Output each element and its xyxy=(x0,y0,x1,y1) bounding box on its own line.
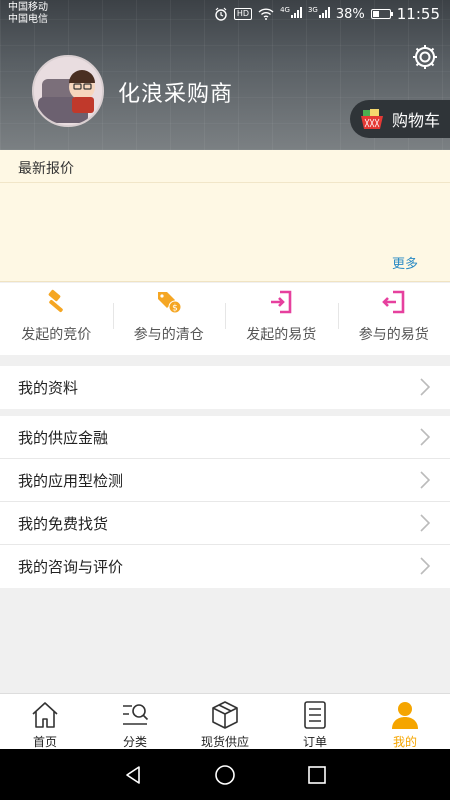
menu-item-application-testing[interactable]: 我的应用型检测 xyxy=(0,459,450,502)
menu-item-label: 我的咨询与评价 xyxy=(18,558,124,576)
order-list-icon xyxy=(304,701,326,729)
shortcut-label: 发起的易货 xyxy=(246,327,317,343)
chevron-right-icon xyxy=(420,557,430,575)
nav-item-orders[interactable]: 订单 xyxy=(270,694,360,749)
bottom-nav: 首页 分类 现货供应 订单 我的 xyxy=(0,693,450,749)
chevron-right-icon xyxy=(420,378,430,396)
menu-group-profile: 我的资料 xyxy=(0,366,450,409)
recents-icon[interactable] xyxy=(306,764,328,786)
shortcut-label: 参与的清仓 xyxy=(133,327,204,343)
nav-label: 现货供应 xyxy=(200,735,249,749)
avatar[interactable] xyxy=(32,55,104,127)
shortcut-bidding[interactable]: 发起的竞价 xyxy=(0,283,113,355)
avatar-illustration xyxy=(34,57,102,125)
divider xyxy=(0,182,450,183)
enter-icon xyxy=(271,290,292,314)
network-type-1: 4G xyxy=(280,6,290,14)
menu-group-services: 我的供应金融 我的应用型检测 我的免费找货 我的咨询与评价 xyxy=(0,416,450,588)
chevron-right-icon xyxy=(420,471,430,489)
menu-item-label: 我的资料 xyxy=(18,379,79,397)
shortcut-barter-joined[interactable]: 参与的易货 xyxy=(337,283,450,355)
gear-icon[interactable] xyxy=(410,42,440,72)
price-tag-icon: $ xyxy=(157,292,182,314)
nav-item-home[interactable]: 首页 xyxy=(0,694,90,749)
chevron-right-icon xyxy=(420,514,430,532)
carrier-info: 中国移动 中国电信 xyxy=(8,2,48,26)
menu-item-supply-finance[interactable]: 我的供应金融 xyxy=(0,416,450,459)
battery-percent: 38% xyxy=(335,6,365,22)
home-circle-icon[interactable] xyxy=(214,764,236,786)
menu-item-label: 我的应用型检测 xyxy=(18,471,124,490)
wifi-icon xyxy=(258,8,274,20)
enter-icon xyxy=(381,290,405,314)
more-link[interactable]: 更多 xyxy=(392,253,418,272)
shopping-basket-icon xyxy=(361,109,383,129)
nav-label: 订单 xyxy=(302,735,327,749)
menu-item-my-profile[interactable]: 我的资料 xyxy=(0,366,450,409)
network-type-2: 3G xyxy=(307,6,318,14)
carrier-1: 中国移动 xyxy=(8,2,48,13)
username: 化浪采购商 xyxy=(118,82,234,107)
signal-bars-icon xyxy=(318,6,330,18)
shortcut-label: 发起的竞价 xyxy=(21,327,92,343)
user-icon xyxy=(392,702,418,729)
nav-item-spot-supply[interactable]: 现货供应 xyxy=(180,694,270,749)
signal-bars-icon xyxy=(290,6,302,18)
menu-item-consult-review[interactable]: 我的咨询与评价 xyxy=(0,545,450,588)
gavel-icon xyxy=(48,289,64,313)
profile-header: 中国移动 中国电信 HD 4G 3G 38% 11:55 化浪采购商 购物车 xyxy=(0,0,450,150)
nav-label: 首页 xyxy=(32,735,57,749)
menu-item-label: 我的免费找货 xyxy=(18,514,109,533)
battery-icon xyxy=(370,9,393,19)
chevron-right-icon xyxy=(420,428,430,446)
shortcut-barter-initiated[interactable]: 发起的易货 xyxy=(225,283,338,355)
nav-label: 我的 xyxy=(392,735,417,749)
carrier-2: 中国电信 xyxy=(8,14,48,25)
cart-button[interactable]: 购物车 xyxy=(350,100,450,138)
status-icons: HD 4G 3G 38% 11:55 xyxy=(214,5,440,23)
menu-item-label: 我的供应金融 xyxy=(18,428,109,447)
menu-item-free-sourcing[interactable]: 我的免费找货 xyxy=(0,502,450,545)
cart-label: 购物车 xyxy=(392,111,441,130)
quotes-title: 最新报价 xyxy=(18,161,74,177)
back-icon[interactable] xyxy=(122,764,144,786)
latest-quotes-panel: 最新报价 更多 xyxy=(0,150,450,282)
nav-item-mine[interactable]: 我的 xyxy=(360,694,450,749)
category-search-icon xyxy=(123,704,149,725)
signal-2: 3G xyxy=(308,6,330,22)
signal-1: 4G xyxy=(280,6,302,22)
hd-badge: HD xyxy=(233,8,253,20)
nav-item-category[interactable]: 分类 xyxy=(90,694,180,749)
home-icon xyxy=(32,702,58,728)
alarm-icon xyxy=(215,7,227,21)
shortcut-clearance[interactable]: $ 参与的清仓 xyxy=(112,283,226,355)
nav-label: 分类 xyxy=(122,735,147,749)
svg-text:$: $ xyxy=(172,304,178,314)
status-bar: 中国移动 中国电信 HD 4G 3G 38% 11:55 xyxy=(0,0,450,30)
system-nav-bar xyxy=(0,749,450,800)
box-icon xyxy=(212,701,238,729)
clock: 11:55 xyxy=(396,5,440,23)
shortcut-label: 参与的易货 xyxy=(358,327,429,343)
shortcut-bar: 发起的竞价 $ 参与的清仓 发起的易货 参与的易货 xyxy=(0,283,450,355)
